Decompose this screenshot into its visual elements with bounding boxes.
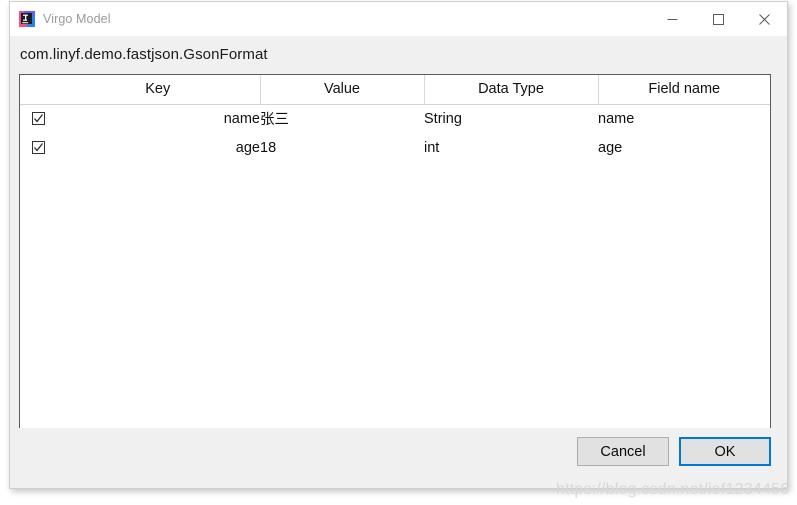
cancel-button[interactable]: Cancel [577, 437, 669, 466]
cell-key[interactable]: age [56, 133, 260, 162]
window-controls [649, 2, 787, 36]
column-header-data-type[interactable]: Data Type [424, 75, 599, 105]
dialog-content: com.linyf.demo.fastjson.GsonFormat Key V… [10, 36, 787, 488]
minimize-button[interactable] [649, 2, 695, 36]
window-title: Virgo Model [43, 12, 111, 26]
cell-field-name[interactable]: name [598, 104, 770, 133]
fields-table: Key Value Data Type Field name name 张三 S… [20, 75, 770, 162]
checkmark-icon [33, 143, 43, 152]
cell-key[interactable]: name [56, 104, 260, 133]
row-checkbox[interactable] [31, 112, 45, 126]
fields-table-container: Key Value Data Type Field name name 张三 S… [19, 74, 771, 452]
title-bar[interactable]: Virgo Model [10, 2, 787, 36]
column-header-field-name[interactable]: Field name [598, 75, 770, 105]
button-row: Cancel OK [577, 437, 771, 466]
ok-button[interactable]: OK [679, 437, 771, 466]
dialog-footer: Cancel OK [10, 428, 787, 488]
row-checkbox-cell[interactable] [20, 104, 56, 133]
table-row[interactable]: name 张三 String name [20, 104, 770, 133]
dialog-window: Virgo Model com.linyf.demo.fastjson.Gson… [9, 1, 788, 489]
table-body: name 张三 String name age 18 int age [20, 104, 770, 162]
maximize-button[interactable] [695, 2, 741, 36]
minimize-icon [667, 18, 677, 20]
cell-data-type[interactable]: int [424, 133, 598, 162]
maximize-icon [712, 13, 724, 25]
checkmark-icon [33, 114, 43, 123]
class-name-label: com.linyf.demo.fastjson.GsonFormat [20, 46, 268, 63]
column-header-key[interactable]: Key [56, 75, 261, 105]
table-header-row: Key Value Data Type Field name [20, 75, 770, 105]
cell-value[interactable]: 张三 [260, 104, 424, 133]
close-icon [758, 13, 770, 25]
table-row[interactable]: age 18 int age [20, 133, 770, 162]
column-header-check[interactable] [20, 75, 56, 105]
row-checkbox[interactable] [31, 141, 45, 155]
column-header-value[interactable]: Value [260, 75, 425, 105]
cell-data-type[interactable]: String [424, 104, 598, 133]
cell-field-name[interactable]: age [598, 133, 770, 162]
cell-value[interactable]: 18 [260, 133, 424, 162]
intellij-idea-icon [19, 11, 35, 27]
close-button[interactable] [741, 2, 787, 36]
row-checkbox-cell[interactable] [20, 133, 56, 162]
